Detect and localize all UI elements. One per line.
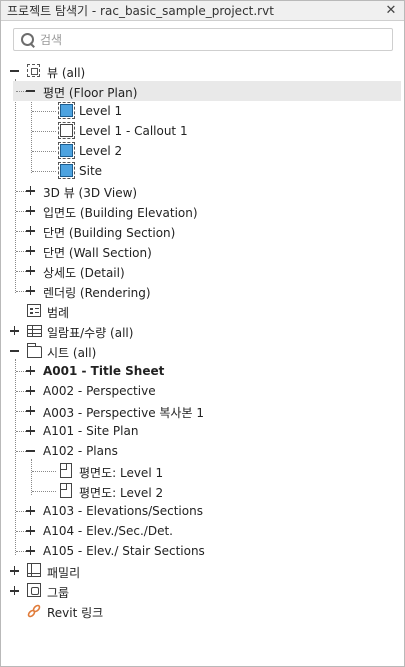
level-view-icon — [58, 102, 75, 119]
tree-label: 단면 (Building Section) — [43, 226, 176, 240]
title-bar: 프로젝트 탐색기 - rac_basic_sample_project.rvt … — [1, 1, 404, 21]
tree-node-level-2[interactable]: Level 2 — [1, 141, 404, 161]
expand-icon[interactable] — [10, 586, 19, 595]
expand-icon[interactable] — [26, 266, 35, 275]
collapse-icon[interactable] — [10, 66, 19, 75]
tree-node-building-section[interactable]: 단면 (Building Section) — [1, 221, 404, 241]
revit-link-icon — [26, 603, 42, 619]
project-browser-panel: 프로젝트 탐색기 - rac_basic_sample_project.rvt … — [0, 0, 405, 667]
tree-node-level-1[interactable]: Level 1 — [1, 101, 404, 121]
tree-node-a002[interactable]: A002 - Perspective — [1, 381, 404, 401]
expand-icon[interactable] — [10, 566, 19, 575]
close-icon[interactable]: ✕ — [384, 3, 398, 18]
tree-label: A103 - Elevations/Sections — [43, 504, 203, 518]
tree-node-a102-level-1[interactable]: 평면도: Level 1 — [1, 461, 404, 481]
tree-label: A002 - Perspective — [43, 384, 156, 398]
tree-label: 평면 (Floor Plan) — [43, 86, 138, 100]
expand-icon[interactable] — [26, 506, 35, 515]
tree-node-level-1-callout[interactable]: Level 1 - Callout 1 — [1, 121, 404, 141]
tree-node-floor-plan[interactable]: 평면 (Floor Plan) — [13, 81, 401, 101]
tree-node-a001[interactable]: A001 - Title Sheet — [1, 361, 404, 381]
expand-icon[interactable] — [26, 246, 35, 255]
search-input[interactable] — [38, 32, 380, 47]
expand-icon[interactable] — [26, 546, 35, 555]
tree-label: 그룹 — [47, 586, 70, 600]
legend-icon — [27, 304, 41, 317]
tree-label: A001 - Title Sheet — [43, 364, 165, 378]
tree-label: 3D 뷰 (3D View) — [43, 186, 138, 200]
tree-node-a103[interactable]: A103 - Elevations/Sections — [1, 501, 404, 521]
tree-label: 패밀리 — [47, 566, 81, 580]
callout-view-icon — [58, 122, 75, 139]
tree-node-detail[interactable]: 상세도 (Detail) — [1, 261, 404, 281]
tree-label: 뷰 (all) — [47, 66, 86, 80]
expand-icon[interactable] — [26, 426, 35, 435]
tree-node-a104[interactable]: A104 - Elev./Sec./Det. — [1, 521, 404, 541]
tree-node-a101[interactable]: A101 - Site Plan — [1, 421, 404, 441]
tree-label: A003 - Perspective 복사본 1 — [43, 406, 204, 420]
search-box — [13, 28, 393, 51]
tree-node-legend[interactable]: 범례 — [1, 301, 404, 321]
window-title: 프로젝트 탐색기 - rac_basic_sample_project.rvt — [7, 4, 274, 18]
tree-label: A104 - Elev./Sec./Det. — [43, 524, 173, 538]
tree-label: 범례 — [47, 306, 70, 320]
collapse-icon[interactable] — [26, 446, 35, 455]
tree-label: Level 1 — [79, 104, 123, 118]
tree-label: Level 1 - Callout 1 — [79, 124, 188, 138]
tree-label: 단면 (Wall Section) — [43, 246, 152, 260]
expand-icon[interactable] — [10, 326, 19, 335]
search-icon — [14, 29, 38, 50]
expand-icon[interactable] — [26, 186, 35, 195]
tree-node-rendering[interactable]: 렌더링 (Rendering) — [1, 281, 404, 301]
expand-icon[interactable] — [26, 206, 35, 215]
collapse-icon[interactable] — [26, 86, 35, 95]
family-icon — [27, 563, 41, 577]
expand-icon[interactable] — [26, 526, 35, 535]
expand-icon[interactable] — [26, 226, 35, 235]
tree-label: Site — [79, 164, 103, 178]
tree-node-views[interactable]: 뷰 (all) — [1, 61, 404, 81]
sheet-view-icon — [60, 463, 72, 478]
sheet-icon — [27, 343, 42, 358]
level-view-icon — [58, 162, 75, 179]
tree-node-schedules[interactable]: 일람표/수량 (all) — [1, 321, 404, 341]
tree-label: 상세도 (Detail) — [43, 266, 125, 280]
tree-node-revit-links[interactable]: Revit 링크 — [1, 601, 404, 621]
tree-label: A102 - Plans — [43, 444, 118, 458]
tree-node-groups[interactable]: 그룹 — [1, 581, 404, 601]
tree-label: A101 - Site Plan — [43, 424, 139, 438]
tree-node-families[interactable]: 패밀리 — [1, 561, 404, 581]
level-view-icon — [58, 142, 75, 159]
tree-node-a102[interactable]: A102 - Plans — [1, 441, 404, 461]
tree-label: 입면도 (Building Elevation) — [43, 206, 198, 220]
tree-label: Revit 링크 — [47, 606, 104, 620]
schedule-icon — [27, 325, 42, 337]
tree-node-wall-section[interactable]: 단면 (Wall Section) — [1, 241, 404, 261]
tree-label: 평면도: Level 1 — [79, 466, 164, 480]
tree-node-sheets[interactable]: 시트 (all) — [1, 341, 404, 361]
tree-node-a102-level-2[interactable]: 평면도: Level 2 — [1, 481, 404, 501]
expand-icon[interactable] — [26, 406, 35, 415]
sheet-view-icon — [60, 483, 72, 498]
tree-label: 일람표/수량 (all) — [47, 326, 134, 340]
tree-label: 평면도: Level 2 — [79, 486, 164, 500]
tree-label: 시트 (all) — [47, 346, 97, 360]
tree-node-a003[interactable]: A003 - Perspective 복사본 1 — [1, 401, 404, 421]
tree-label: 렌더링 (Rendering) — [43, 286, 151, 300]
group-icon — [27, 583, 41, 597]
tree-node-3d-view[interactable]: 3D 뷰 (3D View) — [1, 181, 404, 201]
tree-label: A105 - Elev./ Stair Sections — [43, 544, 205, 558]
tree-label: Level 2 — [79, 144, 123, 158]
view-icon — [27, 64, 40, 77]
tree-node-elevation[interactable]: 입면도 (Building Elevation) — [1, 201, 404, 221]
tree-node-a105[interactable]: A105 - Elev./ Stair Sections — [1, 541, 404, 561]
expand-icon[interactable] — [26, 386, 35, 395]
tree-node-site[interactable]: Site — [1, 161, 404, 181]
expand-icon[interactable] — [26, 366, 35, 375]
collapse-icon[interactable] — [10, 346, 19, 355]
expand-icon[interactable] — [26, 286, 35, 295]
